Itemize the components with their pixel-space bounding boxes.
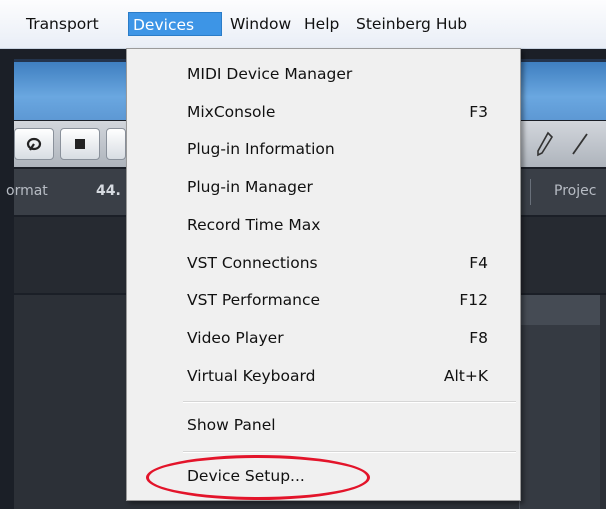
line-icon[interactable] (569, 131, 591, 161)
menu-item-shortcut: Alt+K (443, 367, 488, 385)
menu-item-label: VST Performance (187, 291, 321, 309)
menu-item-label: Virtual Keyboard (187, 367, 316, 385)
loop-icon[interactable] (14, 128, 54, 160)
menu-help[interactable]: Help (300, 12, 343, 36)
menu-window[interactable]: Window (226, 12, 295, 36)
status-rate-label: 44. (96, 183, 121, 199)
menu-steinberg-hub[interactable]: Steinberg Hub (352, 12, 471, 36)
menu-item-label: Plug-in Manager (187, 178, 313, 196)
status-project-label: Projec (554, 183, 597, 199)
menu-item-label: MIDI Device Manager (187, 65, 353, 83)
pencil-icon[interactable] (534, 131, 556, 161)
menu-item-mixconsole[interactable]: MixConsole F3 (127, 97, 520, 127)
menu-item-shortcut: F8 (469, 329, 488, 347)
devices-dropdown-menu: MIDI Device Manager MixConsole F3 Plug-i… (126, 48, 521, 501)
stop-icon[interactable] (60, 128, 100, 160)
menu-item-label: Show Panel (187, 416, 276, 434)
track-column-header (520, 295, 600, 325)
menu-item-label: Plug-in Information (187, 140, 335, 158)
menu-item-shortcut: F12 (459, 291, 488, 309)
status-format-label: ormat (6, 183, 48, 199)
menu-item-shortcut: F3 (469, 103, 488, 121)
menu-item-label: Video Player (187, 329, 284, 347)
menu-item-video-player[interactable]: Video Player F8 (127, 323, 520, 353)
menu-item-label: Record Time Max (187, 216, 321, 234)
menu-separator (183, 401, 516, 403)
menu-item-label: VST Connections (187, 254, 318, 272)
track-column (519, 295, 600, 509)
highlight-ellipse (146, 455, 370, 500)
menu-item-label: MixConsole (187, 103, 276, 121)
menu-item-vst-connections[interactable]: VST Connections F4 (127, 248, 520, 278)
status-divider (530, 179, 531, 205)
menu-item-plugin-manager[interactable]: Plug-in Manager (127, 172, 520, 202)
menu-item-virtual-keyboard[interactable]: Virtual Keyboard Alt+K (127, 361, 520, 391)
menu-item-vst-performance[interactable]: VST Performance F12 (127, 285, 520, 315)
menu-item-show-panel[interactable]: Show Panel (127, 410, 520, 440)
toolbar-button-partial[interactable] (106, 128, 126, 160)
menu-item-shortcut: F4 (469, 254, 488, 272)
menu-separator (183, 451, 516, 453)
menu-item-midi-device-manager[interactable]: MIDI Device Manager (127, 59, 520, 89)
menu-item-record-time-max[interactable]: Record Time Max (127, 210, 520, 240)
menu-transport[interactable]: Transport (22, 12, 103, 36)
menu-bar: Transport Devices Window Help Steinberg … (0, 0, 606, 49)
menu-devices[interactable]: Devices (128, 12, 222, 36)
menu-item-plugin-information[interactable]: Plug-in Information (127, 134, 520, 164)
